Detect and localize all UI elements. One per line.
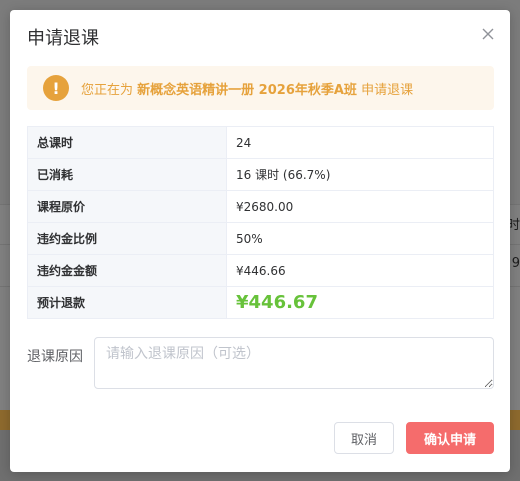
background-side-text: 9 (511, 256, 520, 271)
table-row: 已消耗 16 课时 (66.7%) (27, 158, 494, 191)
close-button[interactable] (480, 26, 496, 42)
table-row: 课程原价 ¥2680.00 (27, 190, 494, 223)
row-label: 已消耗 (27, 158, 227, 191)
estimated-refund-value: ¥446.67 (226, 286, 494, 319)
row-value: 24 (226, 126, 494, 159)
close-icon (482, 28, 494, 40)
alert-prefix: 您正在为 (81, 82, 134, 98)
withdraw-dialog: 申请退课 ! 您正在为 新概念英语精讲一册 2026年秋季A班 申请退课 总课时… (10, 10, 510, 472)
reason-label: 退课原因 (27, 349, 83, 365)
row-label: 课程原价 (27, 190, 227, 223)
warning-alert: ! 您正在为 新概念英语精讲一册 2026年秋季A班 申请退课 (27, 66, 494, 110)
row-value: ¥446.66 (226, 254, 494, 287)
reason-input[interactable] (94, 337, 494, 389)
row-value: ¥2680.00 (226, 190, 494, 223)
row-value: 16 课时 (66.7%) (226, 158, 494, 191)
refund-info-table: 总课时 24 已消耗 16 课时 (66.7%) 课程原价 ¥2680.00 违… (27, 126, 494, 319)
table-row: 违约金金额 ¥446.66 (27, 254, 494, 287)
row-label: 违约金比例 (27, 222, 227, 255)
cancel-button[interactable]: 取消 (334, 422, 394, 454)
alert-course-name: 新概念英语精讲一册 2026年秋季A班 (137, 82, 357, 98)
dialog-title: 申请退课 (27, 28, 99, 49)
row-label: 总课时 (27, 126, 227, 159)
confirm-button[interactable]: 确认申请 (406, 422, 494, 454)
row-label: 违约金金额 (27, 254, 227, 287)
table-row: 总课时 24 (27, 126, 494, 159)
row-label: 预计退款 (27, 286, 227, 319)
table-row: 违约金比例 50% (27, 222, 494, 255)
row-value: 50% (226, 222, 494, 255)
alert-message: 您正在为 新概念英语精讲一册 2026年秋季A班 申请退课 (81, 79, 413, 98)
exclamation-icon: ! (43, 75, 69, 101)
alert-suffix: 申请退课 (361, 82, 414, 98)
table-row: 预计退款 ¥446.67 (27, 286, 494, 319)
